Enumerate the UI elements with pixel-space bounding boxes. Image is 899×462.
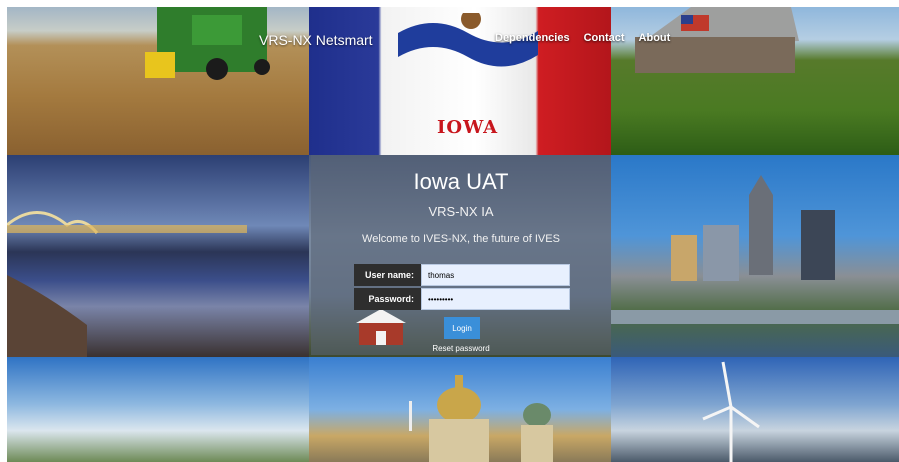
password-label: Password:: [354, 288, 421, 310]
username-label: User name:: [354, 264, 421, 286]
barn-icon: [356, 309, 406, 345]
password-input[interactable]: [421, 288, 570, 310]
nav-contact[interactable]: Contact: [584, 32, 625, 44]
nav-links: Dependencies Contact About: [495, 32, 670, 44]
nav-dependencies[interactable]: Dependencies: [495, 32, 570, 44]
background-collage: IOWA Iowa UAT VRS-NX IA Welcome to IVES-…: [7, 7, 899, 462]
farmland-sky-photo: [7, 357, 309, 462]
nav-about[interactable]: About: [639, 32, 671, 44]
page-title: Iowa UAT: [413, 169, 509, 194]
brand-link[interactable]: VRS-NX Netsmart: [259, 32, 373, 48]
reset-password-link[interactable]: Reset password: [311, 344, 611, 353]
username-row: User name:: [354, 264, 570, 286]
city-skyline-photo: [611, 155, 899, 357]
wind-turbine-photo: [611, 357, 899, 462]
login-button[interactable]: Login: [444, 317, 480, 339]
password-row: Password:: [354, 288, 570, 310]
welcome-message: Welcome to IVES-NX, the future of IVES: [362, 233, 560, 245]
page-subtitle: VRS-NX IA: [428, 204, 494, 219]
login-panel: Iowa UAT VRS-NX IA Welcome to IVES-NX, t…: [311, 155, 611, 355]
river-bridge-night-photo: [7, 155, 309, 357]
capitol-dome-photo: [309, 357, 611, 462]
username-input[interactable]: [421, 264, 570, 286]
navbar: VRS-NX Netsmart Dependencies Contact Abo…: [7, 7, 899, 67]
flag-wordmark: IOWA: [437, 117, 499, 138]
